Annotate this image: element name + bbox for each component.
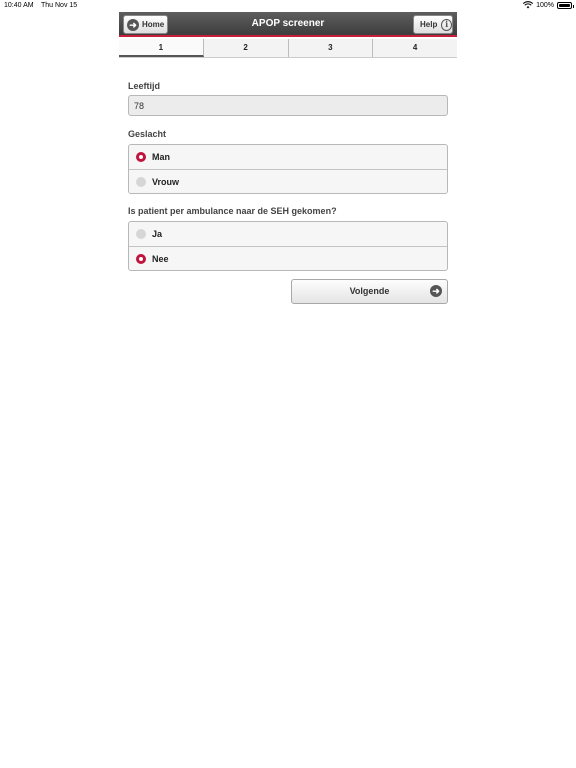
next-button-label: Volgende	[349, 286, 390, 296]
wifi-icon	[523, 1, 534, 9]
status-date: Thu Nov 15	[41, 2, 78, 9]
radio-selected[interactable]	[136, 152, 146, 162]
help-button[interactable]: Help i	[413, 15, 453, 34]
tab-4[interactable]: 4	[373, 39, 457, 57]
gender-option-label: Man	[152, 152, 170, 162]
battery-percent: 100%	[536, 1, 554, 9]
gender-option-vrouw[interactable]: Vrouw	[129, 169, 447, 193]
radio-selected[interactable]	[136, 253, 146, 264]
ambulance-label: Is patient per ambulance naar de SEH gek…	[128, 206, 337, 216]
ambulance-option-label: Ja	[152, 229, 163, 239]
age-input[interactable]: 78	[128, 95, 448, 116]
gender-radio-group: Man Vrouw	[128, 144, 448, 194]
ambulance-option-nee[interactable]: Nee	[129, 246, 447, 270]
gender-option-label: Vrouw	[152, 176, 180, 187]
battery-icon	[557, 1, 574, 9]
tab-3[interactable]: 3	[289, 39, 374, 57]
help-button-label: Help	[420, 20, 438, 29]
gender-label: Geslacht	[128, 129, 167, 139]
status-time: 10:40 AM	[4, 2, 34, 9]
navigation-header: ➜ Home APOP screener Help i	[119, 12, 457, 37]
gender-option-man[interactable]: Man	[129, 145, 447, 169]
ambulance-option-ja[interactable]: Ja	[129, 222, 447, 246]
radio-unselected[interactable]	[136, 229, 146, 239]
arrow-right-circle-icon: ➜	[430, 285, 442, 297]
info-icon: i	[441, 18, 452, 31]
tab-1[interactable]: 1	[119, 39, 204, 57]
ambulance-radio-group: Ja Nee	[128, 221, 448, 271]
step-tabs: 1 2 3 4	[119, 39, 457, 58]
ambulance-option-label: Nee	[152, 253, 169, 264]
status-right: 100%	[523, 1, 574, 9]
radio-unselected[interactable]	[136, 176, 146, 187]
next-button[interactable]: Volgende ➜	[291, 279, 448, 304]
age-label: Leeftijd	[128, 81, 161, 91]
tab-2[interactable]: 2	[204, 39, 289, 57]
page-title: APOP screener	[251, 18, 325, 29]
status-bar: 10:40 AM Thu Nov 15 100%	[0, 0, 576, 12]
